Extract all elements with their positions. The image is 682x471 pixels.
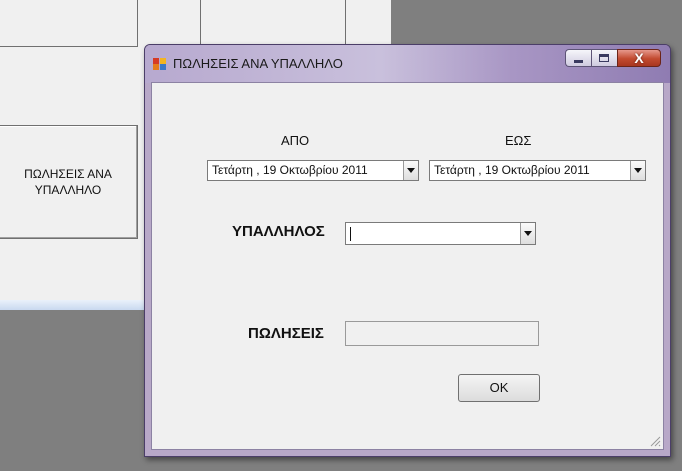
employee-dropdown-button[interactable] — [520, 223, 535, 244]
ok-button[interactable]: OK — [458, 374, 540, 402]
app-icon — [153, 58, 166, 70]
employee-label: ΥΠΑΛΛΗΛΟΣ — [232, 223, 325, 240]
close-button[interactable]: X — [617, 49, 661, 67]
dialog-titlebar[interactable]: ΠΩΛΗΣΕΙΣ ΑΝΑ ΥΠΑΛΛΗΛΟ X — [145, 45, 670, 83]
sales-dialog-window: ΠΩΛΗΣΕΙΣ ΑΝΑ ΥΠΑΛΛΗΛΟ X ΑΠΟ ΕΩΣ Τετάρτη … — [144, 44, 671, 457]
sales-by-employee-button[interactable]: ΠΩΛΗΣΕΙΣ ΑΝΑ ΥΠΑΛΛΗΛΟ — [0, 125, 138, 239]
dialog-title: ΠΩΛΗΣΕΙΣ ΑΝΑ ΥΠΑΛΛΗΛΟ — [173, 56, 343, 71]
to-date-value: Τετάρτη , 19 Οκτωβρίου 2011 — [434, 163, 590, 177]
sales-by-employee-button-label: ΠΩΛΗΣΕΙΣ ΑΝΑ ΥΠΑΛΛΗΛΟ — [24, 167, 112, 197]
sales-output-field — [345, 321, 539, 346]
from-date-picker[interactable]: Τετάρτη , 19 Οκτωβρίου 2011 — [207, 160, 419, 181]
minimize-button[interactable] — [565, 49, 591, 67]
sales-label: ΠΩΛΗΣΕΙΣ — [248, 325, 324, 342]
dialog-client-area: ΑΠΟ ΕΩΣ Τετάρτη , 19 Οκτωβρίου 2011 Τετά… — [151, 82, 664, 450]
from-date-dropdown-button[interactable] — [403, 161, 418, 180]
top-left-button[interactable] — [0, 0, 138, 47]
text-caret — [350, 227, 351, 241]
to-label: ΕΩΣ — [505, 133, 532, 148]
to-date-dropdown-button[interactable] — [630, 161, 645, 180]
maximize-icon — [599, 54, 609, 62]
minimize-icon — [574, 60, 583, 63]
chevron-down-icon — [407, 168, 415, 173]
from-date-value: Τετάρτη , 19 Οκτωβρίου 2011 — [212, 163, 368, 177]
chevron-down-icon — [634, 168, 642, 173]
resize-grip-icon[interactable] — [649, 435, 661, 447]
chevron-down-icon — [524, 231, 532, 236]
maximize-button[interactable] — [591, 49, 617, 67]
to-date-picker[interactable]: Τετάρτη , 19 Οκτωβρίου 2011 — [429, 160, 646, 181]
top-middle-button[interactable] — [200, 0, 346, 47]
employee-combobox[interactable] — [345, 222, 536, 245]
caption-buttons: X — [565, 49, 661, 69]
from-label: ΑΠΟ — [281, 133, 310, 148]
close-icon: X — [634, 50, 644, 66]
